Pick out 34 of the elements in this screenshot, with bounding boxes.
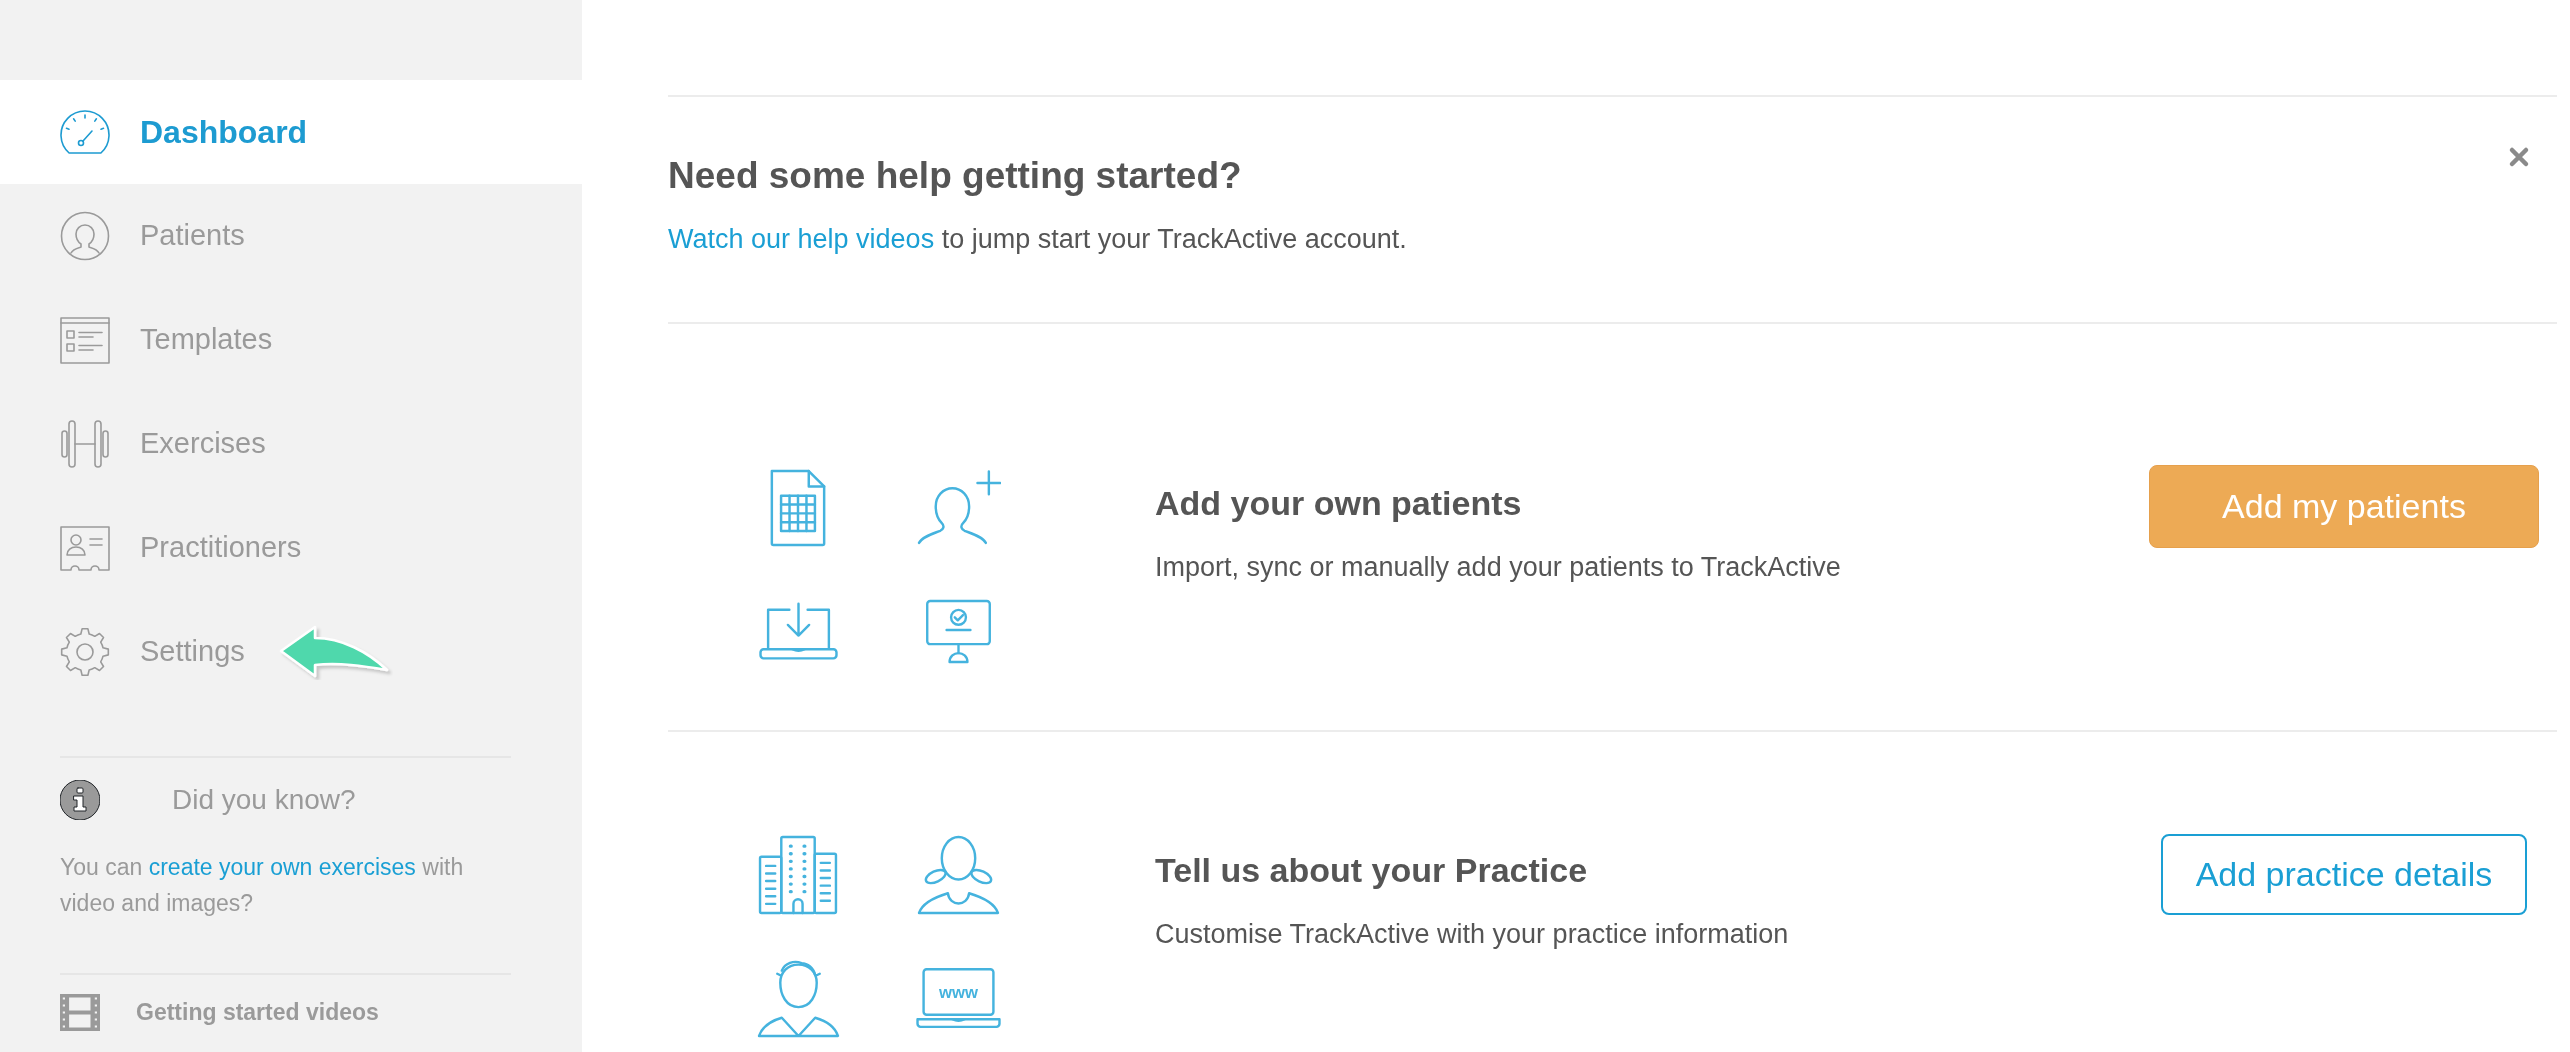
exercises-link[interactable]: create your own exercises bbox=[148, 854, 416, 880]
id-card-icon bbox=[60, 525, 110, 571]
buildings-icon bbox=[757, 834, 839, 917]
dumbbell-icon bbox=[60, 419, 110, 469]
action-button[interactable]: Add practice details bbox=[2160, 834, 2528, 916]
videos-link[interactable]: Getting started videos bbox=[60, 994, 379, 1031]
help-text: Watch our help videos to jump start your TrackActive account. bbox=[668, 223, 1408, 257]
woman-icon bbox=[915, 834, 1001, 917]
nav-item[interactable]: Templates bbox=[60, 288, 273, 392]
tip-title: Did you know? bbox=[172, 783, 356, 817]
nav-item[interactable]: Patients bbox=[60, 184, 245, 288]
gauge-icon bbox=[60, 110, 110, 154]
nav-item[interactable]: Settings bbox=[60, 600, 245, 704]
info-icon bbox=[60, 780, 100, 820]
tip-text: You can create your own exercises with video and images? bbox=[60, 853, 465, 918]
close-button[interactable] bbox=[2508, 146, 2530, 168]
close-icon bbox=[2508, 146, 2530, 168]
nav-item[interactable]: Practitioners bbox=[60, 496, 302, 600]
nav-item[interactable]: Dashboard bbox=[0, 80, 582, 184]
nav-item[interactable]: Exercises bbox=[60, 392, 266, 496]
step-title: Add your own patients bbox=[1155, 483, 1523, 525]
laptop-download-icon bbox=[758, 602, 838, 661]
action-button[interactable]: Add my patients bbox=[2149, 465, 2539, 549]
step-description: Customise TrackActive with your practice information bbox=[1155, 918, 1790, 952]
monitor-check-icon bbox=[923, 598, 993, 665]
step-title: Tell us about your Practice bbox=[1155, 850, 1589, 892]
help-videos-link[interactable]: Watch our help videos bbox=[668, 224, 935, 255]
film-icon bbox=[60, 994, 100, 1031]
step-description: Import, sync or manually add your patients to TrackActive bbox=[1155, 551, 1842, 585]
person-circle-icon bbox=[60, 211, 110, 261]
add-user-icon bbox=[915, 470, 1001, 547]
help-heading: Need some help getting started? bbox=[668, 154, 1242, 198]
gear-icon bbox=[60, 627, 110, 677]
list-window-icon bbox=[60, 316, 110, 364]
